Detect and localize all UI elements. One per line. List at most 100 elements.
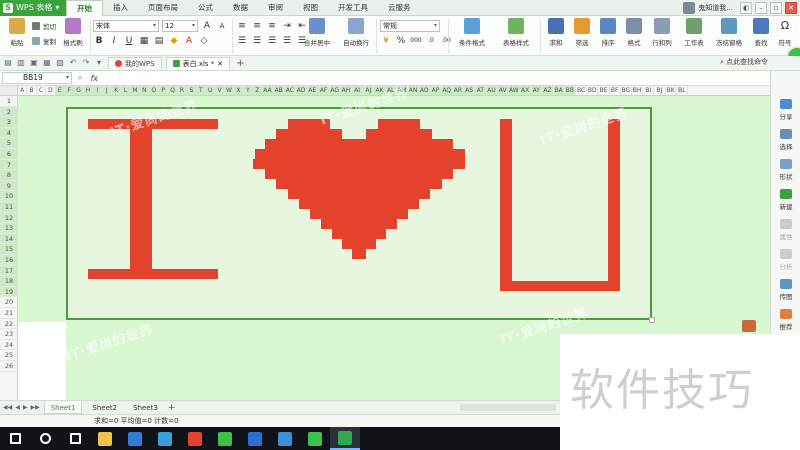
row-header-6[interactable]: 6 [0,149,18,160]
taskbar-button[interactable] [120,427,150,450]
italic-button[interactable]: I [108,35,120,47]
tab-cloud[interactable]: 云服务 [378,0,421,16]
column-header-az[interactable]: AZ [542,86,554,95]
add-sheet-button[interactable]: + [168,403,176,413]
taskbar-button[interactable] [330,427,360,450]
worksheet-button[interactable]: 工作表 [679,18,709,47]
preview-icon[interactable]: ▧ [55,58,65,68]
column-header-bh[interactable]: BH [632,86,644,95]
justify-icon[interactable]: ☰ [281,35,293,47]
freeze-button[interactable]: 冻结窗格 [712,18,746,47]
prev-sheet-icon[interactable]: ◀ [15,404,20,411]
column-header-ac[interactable]: AC [284,86,296,95]
redo-icon[interactable]: ↷ [81,58,91,68]
tab-page-layout[interactable]: 页面布局 [138,0,188,16]
taskbar-button[interactable] [240,427,270,450]
first-sheet-icon[interactable]: ◀◀ [3,404,12,411]
row-header-24[interactable]: 24 [0,340,18,351]
tab-insert[interactable]: 插入 [103,0,138,16]
column-header-c[interactable]: C [37,86,47,95]
column-header-aw[interactable]: AW [508,86,520,95]
merge-center-button[interactable]: 合并居中 [298,18,336,47]
column-header-au[interactable]: AU [486,86,498,95]
copy-button[interactable]: 复制 [32,33,56,48]
row-header-2[interactable]: 2 [0,106,18,118]
column-header-l[interactable]: L [121,86,131,95]
underline-button[interactable]: U [123,35,135,47]
clear-format-icon[interactable]: ◇ [198,35,210,47]
row-header-16[interactable]: 16 [0,255,18,266]
taskbar-button[interactable] [210,427,240,450]
column-header-bc[interactable]: BC [576,86,588,95]
format-painter-button[interactable]: 格式刷 [60,18,86,47]
task-pane-item[interactable]: 属性 [771,219,800,241]
column-header-h[interactable]: H [83,86,94,95]
column-header-ba[interactable]: BA [553,86,565,95]
taskbar-button[interactable] [90,427,120,450]
column-header-b[interactable]: B [27,86,37,95]
row-header-25[interactable]: 25 [0,350,18,361]
row-header-10[interactable]: 10 [0,191,18,202]
paste-button[interactable]: 粘贴 [4,18,30,47]
name-box[interactable]: BB19 [2,72,72,84]
column-header-av[interactable]: AV [497,86,509,95]
row-header-7[interactable]: 7 [0,159,18,171]
column-header-aq[interactable]: AQ [441,86,453,95]
close-icon[interactable]: ✕ [217,60,223,68]
tab-view[interactable]: 视图 [293,0,328,16]
font-name-select[interactable]: 宋体 [93,19,159,32]
gift-icon[interactable] [742,320,756,332]
column-header-k[interactable]: K [112,86,122,95]
row-header-11[interactable]: 11 [0,202,18,213]
column-header-ap[interactable]: AP [430,86,442,95]
wrap-text-button[interactable]: 自动换行 [340,18,372,47]
decrease-decimal-icon[interactable]: .00 [440,35,452,47]
doc-tab-my-wps[interactable]: 我的WPS [108,56,162,70]
taskbar-button[interactable] [30,427,60,450]
insert-function-button[interactable]: fx [90,74,98,83]
column-header-e[interactable]: E [55,86,65,95]
row-header-15[interactable]: 15 [0,244,18,255]
column-header-p[interactable]: P [159,86,169,95]
align-top-icon[interactable]: ≡ [236,20,248,32]
sum-button[interactable]: 求和 [543,18,569,47]
grid-icon[interactable]: ▤ [153,35,165,47]
column-header-ab[interactable]: AB [273,86,285,95]
column-header-q[interactable]: Q [168,86,178,95]
tab-review[interactable]: 审阅 [258,0,293,16]
task-pane-item[interactable]: 推荐 [771,309,800,331]
column-header-z[interactable]: Z [253,86,263,95]
row-header-18[interactable]: 18 [0,276,18,287]
task-pane-item[interactable]: 分析 [771,249,800,271]
zoom-icon[interactable]: ⌕ [78,73,82,83]
undo-icon[interactable]: ↶ [68,58,78,68]
row-header-23[interactable]: 23 [0,329,18,340]
align-bottom-icon[interactable]: ≡ [266,20,278,32]
column-header-ay[interactable]: AY [531,86,543,95]
border-icon[interactable]: ▦ [138,35,150,47]
shrink-font-icon[interactable]: A [216,20,228,32]
column-header-x[interactable]: X [234,86,244,95]
sort-button[interactable]: 排序 [595,18,621,47]
horizontal-scrollbar[interactable] [460,404,556,411]
tab-data[interactable]: 数据 [223,0,258,16]
restore-button[interactable]: ▫ [770,2,782,14]
column-header-d[interactable]: D [46,86,56,95]
column-header-ah[interactable]: AH [340,86,352,95]
column-header-bf[interactable]: BF [610,86,621,95]
column-header-y[interactable]: Y [243,86,253,95]
task-pane-item[interactable]: 分享 [771,99,800,121]
column-header-m[interactable]: M [130,86,141,95]
row-header-1[interactable]: 1 [0,96,18,107]
column-header-an[interactable]: AN [408,86,420,95]
app-menu-button[interactable]: S WPS 表格 ▾ [0,0,66,16]
indent-icon[interactable]: ⇥ [281,20,293,32]
next-sheet-icon[interactable]: ▶ [23,404,28,411]
taskbar-button[interactable] [300,427,330,450]
filter-button[interactable]: 筛选 [569,18,595,47]
column-header-bi[interactable]: BI [643,86,655,95]
task-pane-item[interactable]: 形状 [771,159,800,181]
cut-button[interactable]: 剪切 [32,18,56,33]
symbol-button[interactable]: Ω 符号 [772,18,798,47]
command-search[interactable]: ⌕ 点此查找命令 [720,57,768,67]
